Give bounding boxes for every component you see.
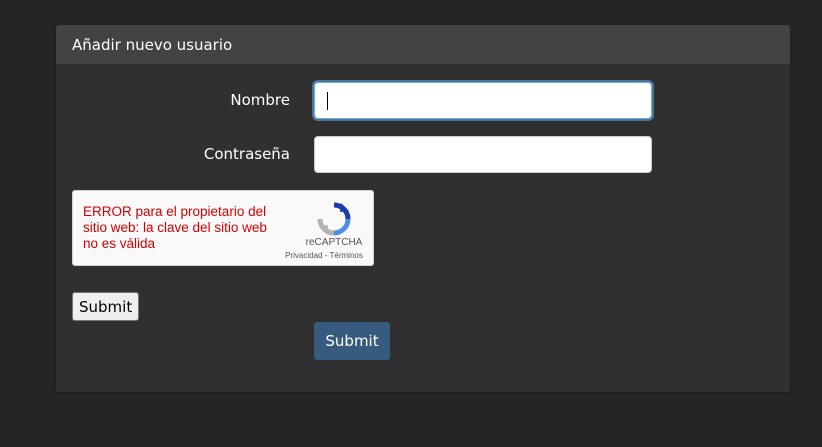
recaptcha-logo-icon: [317, 202, 351, 236]
terms-link[interactable]: Términos: [330, 251, 363, 260]
password-input[interactable]: [314, 136, 652, 173]
native-submit-button[interactable]: Submit: [72, 292, 140, 321]
name-input[interactable]: [314, 82, 652, 119]
recaptcha-widget[interactable]: ERROR para el propietario del sitio web:…: [72, 190, 374, 266]
name-label: Nombre: [230, 91, 290, 109]
recaptcha-links: Privacidad - Términos: [279, 251, 369, 260]
privacy-link[interactable]: Privacidad: [285, 251, 322, 260]
add-user-panel: Añadir nuevo usuario Nombre Contraseña E…: [56, 25, 790, 392]
primary-submit-button[interactable]: Submit: [314, 322, 390, 360]
recaptcha-brand: reCAPTCHA: [305, 237, 363, 248]
panel-title: Añadir nuevo usuario: [56, 25, 790, 65]
links-separator: -: [324, 251, 328, 260]
recaptcha-error-message: ERROR para el propietario del sitio web:…: [83, 204, 267, 251]
text-caret: [327, 92, 328, 110]
password-label: Contraseña: [203, 145, 290, 163]
